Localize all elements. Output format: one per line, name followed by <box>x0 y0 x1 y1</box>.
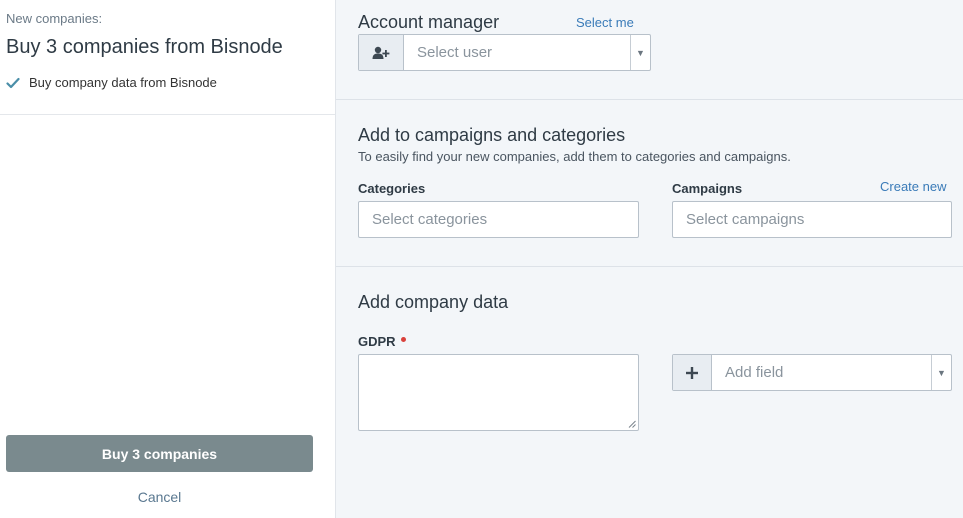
campaigns-label: Campaigns <box>672 181 743 196</box>
create-new-link[interactable]: Create new <box>880 179 946 194</box>
select-user-placeholder: Select user <box>417 44 493 61</box>
add-user-icon <box>359 35 404 70</box>
left-panel: New companies: Buy 3 companies from Bisn… <box>0 0 336 518</box>
cancel-link[interactable]: Cancel <box>6 489 313 505</box>
campaigns-description: To easily find your new companies, add t… <box>358 149 791 164</box>
select-user-dropdown[interactable]: Select user ▼ <box>358 34 651 71</box>
categories-label: Categories <box>358 181 426 196</box>
account-manager-section: Account manager Select me Select user ▼ <box>336 0 963 100</box>
campaigns-section: Add to campaigns and categories To easil… <box>336 100 963 267</box>
categories-input[interactable]: Select categories <box>358 201 639 238</box>
chevron-down-icon[interactable]: ▼ <box>630 35 650 70</box>
campaigns-input[interactable]: Select campaigns <box>672 201 952 238</box>
summary-item-label: Buy company data from Bisnode <box>29 75 217 90</box>
gdpr-label: GDPR <box>358 334 406 349</box>
company-data-heading: Add company data <box>358 292 509 312</box>
required-indicator <box>400 337 406 343</box>
order-summary: New companies: Buy 3 companies from Bisn… <box>0 0 335 115</box>
account-manager-heading: Account manager <box>358 12 500 32</box>
check-icon <box>6 77 20 88</box>
summary-item: Buy company data from Bisnode <box>6 75 217 90</box>
buy-companies-button[interactable]: Buy 3 companies <box>6 435 313 472</box>
gdpr-label-text: GDPR <box>358 334 396 349</box>
chevron-down-icon[interactable]: ▼ <box>931 355 951 390</box>
resize-handle-icon[interactable] <box>628 420 636 428</box>
select-me-link[interactable]: Select me <box>576 15 634 30</box>
add-field-dropdown[interactable]: Add field ▼ <box>672 354 952 391</box>
summary-subtitle: New companies: <box>6 11 103 26</box>
add-field-placeholder: Add field <box>725 364 784 381</box>
campaigns-heading: Add to campaigns and categories <box>358 125 626 145</box>
gdpr-textarea[interactable] <box>358 354 639 431</box>
form-panel: Account manager Select me Select user ▼ … <box>336 0 963 518</box>
plus-icon <box>673 355 712 390</box>
company-data-section: Add company data GDPR Add field ▼ <box>336 267 963 518</box>
summary-title: Buy 3 companies from Bisnode <box>6 36 283 58</box>
